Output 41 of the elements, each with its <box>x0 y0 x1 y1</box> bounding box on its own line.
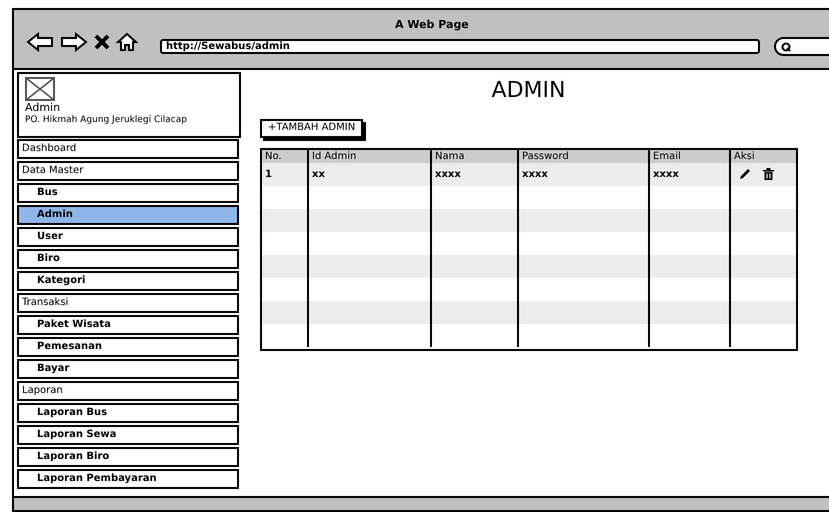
submenu-item[interactable]: Laporan Bus <box>17 403 239 423</box>
table-cell-text: xx <box>312 168 325 182</box>
table-cell-text: 1 <box>265 168 272 182</box>
submenu-item[interactable]: Bus <box>17 183 239 203</box>
column-header: Email <box>653 150 681 162</box>
image-placeholder-icon <box>25 77 55 101</box>
search-field[interactable] <box>774 37 829 56</box>
menu-item[interactable]: Transaksi <box>17 293 239 313</box>
home-icon[interactable] <box>116 32 138 52</box>
close-icon[interactable] <box>94 34 110 50</box>
column-header: Password <box>522 150 569 162</box>
search-icon <box>781 42 791 52</box>
table-cell-text: xxxx <box>522 168 548 182</box>
pencil-icon[interactable] <box>739 168 751 180</box>
column-header: Nama <box>435 150 464 162</box>
menu-item[interactable]: Data Master <box>17 161 239 181</box>
submenu-item[interactable]: Admin <box>17 205 239 225</box>
profile-name: Admin <box>25 101 62 114</box>
submenu-item[interactable]: Laporan Sewa <box>17 425 239 445</box>
submenu-item[interactable]: Laporan Biro <box>17 447 239 467</box>
submenu-item[interactable]: User <box>17 227 239 247</box>
menu-item[interactable]: Dashboard <box>17 139 239 159</box>
table-cell-text: xxxx <box>435 168 461 182</box>
table-cell-text: xxxx <box>653 168 679 182</box>
window-title: A Web Page <box>395 17 469 33</box>
forward-icon[interactable] <box>60 32 88 52</box>
back-icon[interactable] <box>26 32 54 52</box>
column-header: Aksi <box>734 150 755 162</box>
submenu-item[interactable]: Bayar <box>17 359 239 379</box>
submenu-item[interactable]: Pemesanan <box>17 337 239 357</box>
submenu-item[interactable]: Laporan Pembayaran <box>17 469 239 489</box>
trash-icon[interactable] <box>763 168 774 180</box>
submenu-item[interactable]: Kategori <box>17 271 239 291</box>
address-field[interactable]: http://Sewabus/admin <box>160 39 760 54</box>
column-header: No. <box>265 150 282 162</box>
submenu-item[interactable]: Biro <box>17 249 239 269</box>
menu-item[interactable]: Laporan <box>17 381 239 401</box>
submenu-item[interactable]: Paket Wisata <box>17 315 239 335</box>
page-heading: ADMIN <box>492 78 566 104</box>
column-header: Id Admin <box>312 150 356 162</box>
organization-name: PO. Hikmah Agung Jeruklegi Cilacap <box>25 114 188 126</box>
